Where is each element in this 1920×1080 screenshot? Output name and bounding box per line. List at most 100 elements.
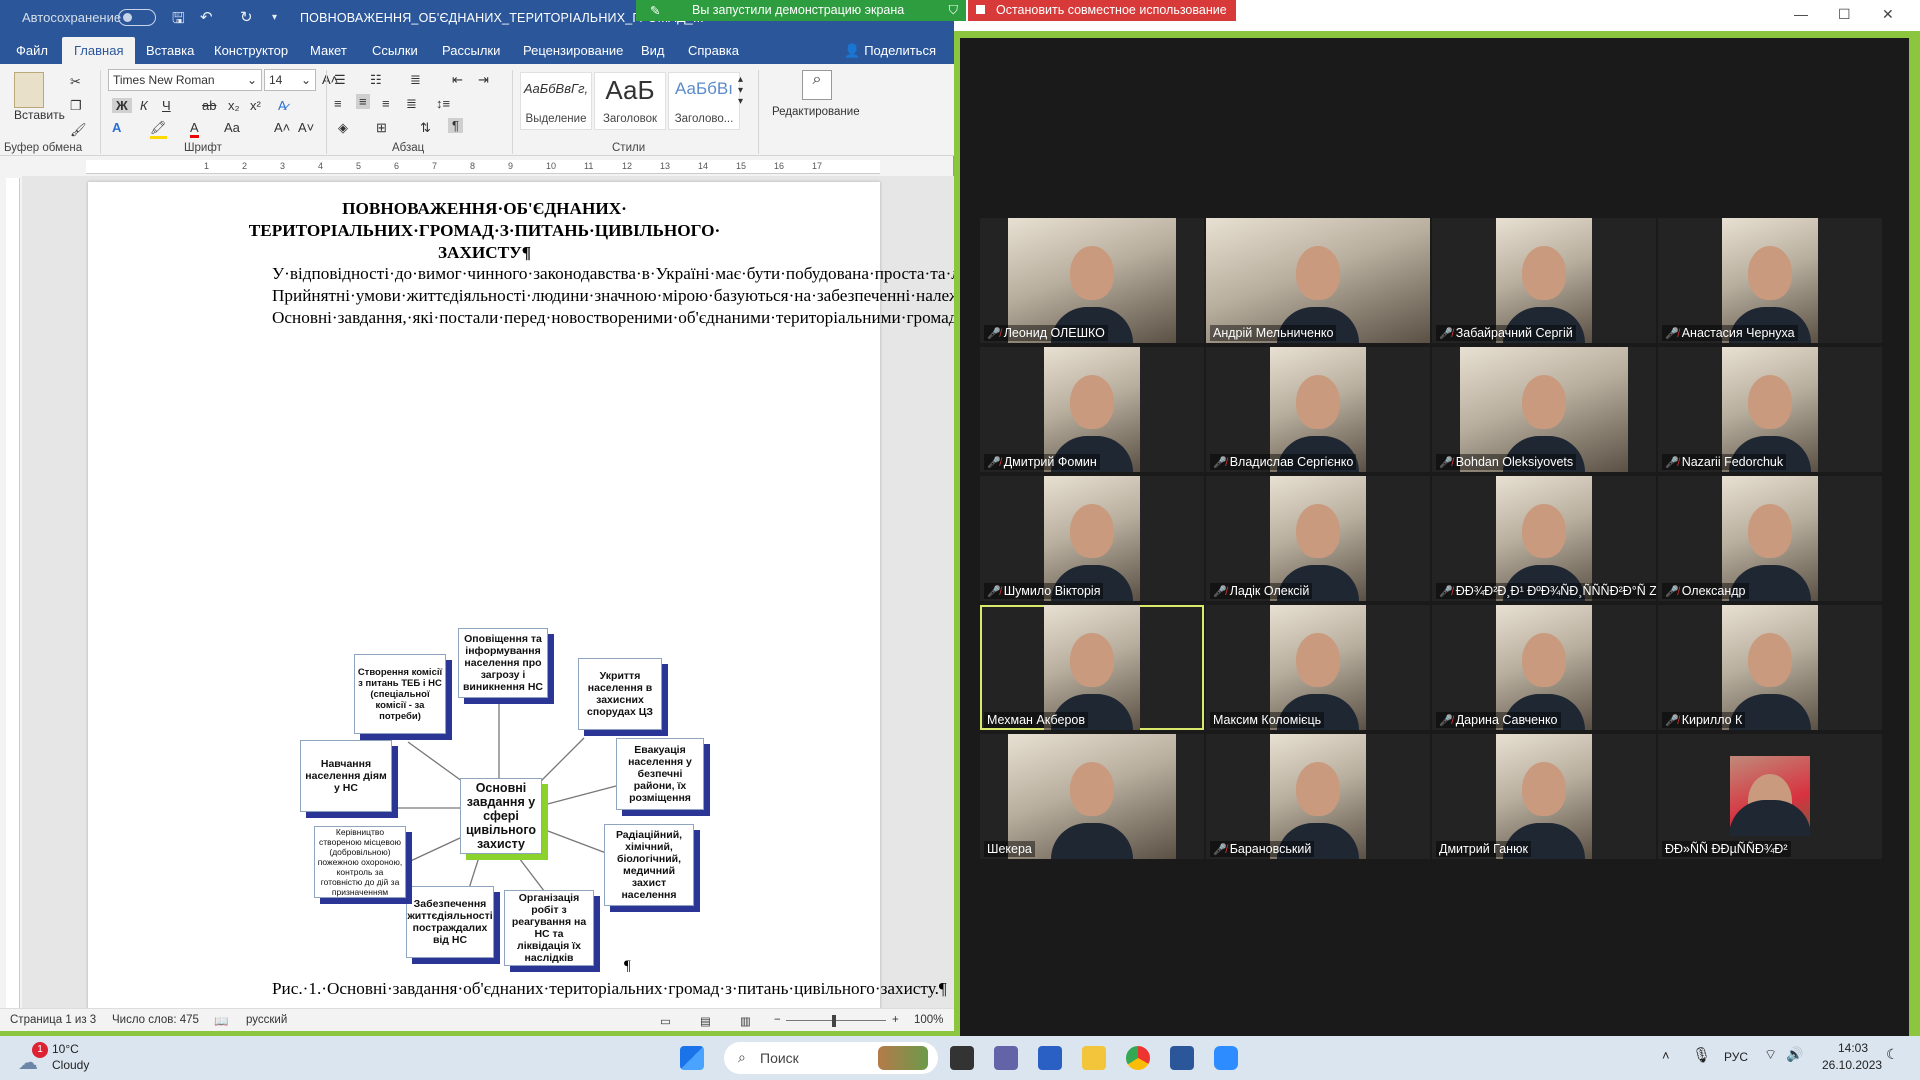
document-page[interactable]: ПОВНОВАЖЕННЯ·ОБ'ЄДНАНИХ· ТЕРИТОРІАЛЬНИХ·… xyxy=(88,182,954,1010)
underline-icon[interactable]: Ч xyxy=(162,98,171,113)
participant-tile[interactable]: 🎤̸ Анастасия Чернуха xyxy=(1658,218,1882,343)
numbering-icon[interactable]: ☷ xyxy=(370,72,382,88)
customize-qat-icon[interactable]: ▾ xyxy=(272,12,277,23)
text-effects-icon[interactable]: A xyxy=(112,120,121,135)
format-painter-icon[interactable]: 🖌 xyxy=(70,122,87,138)
weather-widget[interactable]: ☁ 1 xyxy=(16,1042,56,1074)
increase-indent-icon[interactable]: ⇥ xyxy=(478,72,489,88)
volume-icon[interactable]: 🔊 xyxy=(1786,1046,1803,1063)
close-icon[interactable]: ✕ xyxy=(1882,6,1894,23)
shading-icon[interactable]: ◈ xyxy=(338,120,348,136)
participant-tile[interactable]: 🎤̸ Nazarii Fedorchuk xyxy=(1658,347,1882,472)
font-color-icon[interactable]: A xyxy=(190,120,199,138)
maximize-icon[interactable]: ☐ xyxy=(1838,6,1851,23)
italic-icon[interactable]: К xyxy=(140,98,148,113)
participant-tile[interactable]: Максим Коломієць xyxy=(1206,605,1430,730)
document-area[interactable]: ПОВНОВАЖЕННЯ·ОБ'ЄДНАНИХ· ТЕРИТОРІАЛЬНИХ·… xyxy=(22,176,954,1010)
participant-tile[interactable]: Шекера xyxy=(980,734,1204,859)
clear-format-icon[interactable]: A̷ xyxy=(278,98,287,113)
tab-home[interactable]: Главная xyxy=(62,37,136,64)
tray-chevron-icon[interactable]: ˄ xyxy=(1662,1048,1670,1063)
chrome-icon[interactable] xyxy=(1126,1046,1150,1070)
participant-tile[interactable]: 🎤̸ Шумило Вікторія xyxy=(980,476,1204,601)
participant-tile[interactable]: 🎤̸ Барановський xyxy=(1206,734,1430,859)
participant-tile[interactable]: Дмитрий Ганюк xyxy=(1432,734,1656,859)
input-language[interactable]: РУС xyxy=(1724,1050,1748,1064)
minimize-icon[interactable]: — xyxy=(1794,6,1808,22)
bullets-icon[interactable]: ☰ xyxy=(334,72,346,88)
styles-scroll-icon[interactable]: ▴ ▾ ▾ xyxy=(738,74,743,107)
grow-font-size-icon[interactable]: A˄ xyxy=(274,120,290,135)
redo-icon[interactable]: ↻ xyxy=(240,8,253,26)
strikethrough-icon[interactable]: ab xyxy=(202,98,216,113)
word-count[interactable]: Число слов: 475 xyxy=(112,1014,199,1026)
shrink-font-icon[interactable]: A˅ xyxy=(298,120,314,135)
tab-review[interactable]: Рецензирование xyxy=(523,43,623,58)
change-case-icon[interactable]: Aa xyxy=(224,120,240,135)
participant-tile[interactable]: ÐÐ»ÑÑ ÐÐµÑÑÐ¾Ð² xyxy=(1658,734,1882,859)
participant-tile[interactable]: 🎤̸ Дмитрий Фомин xyxy=(980,347,1204,472)
copy-icon[interactable]: ❐ xyxy=(70,98,82,114)
tab-view[interactable]: Вид xyxy=(641,43,665,58)
autosave-toggle[interactable] xyxy=(118,9,156,26)
align-left-icon[interactable]: ≡ xyxy=(334,96,342,111)
zoom-slider[interactable] xyxy=(786,1020,886,1021)
bold-icon[interactable]: Ж xyxy=(112,98,132,113)
save-icon[interactable]: 🖫 xyxy=(172,8,185,33)
weather-temp[interactable]: 10°C xyxy=(52,1042,79,1056)
participant-tile[interactable]: 🎤̸ÐÐ¾Ð²Ð¸Ð¹ ÐºÐ¾ÑÐ¸ÑÑÑÐ²Ð°Ñ Zoom xyxy=(1432,476,1656,601)
font-size-box[interactable]: 14 ⌄ xyxy=(264,69,316,91)
participant-tile[interactable]: 🎤̸ Владислав Сергієнко xyxy=(1206,347,1430,472)
superscript-icon[interactable]: x² xyxy=(250,98,261,113)
windows-start-icon[interactable] xyxy=(680,1046,704,1070)
participant-tile[interactable]: Мехман Акберов xyxy=(980,605,1204,730)
clock-time[interactable]: 14:03 xyxy=(1838,1041,1868,1055)
proofing-icon[interactable]: 📖 xyxy=(214,1014,228,1028)
style-heading-2[interactable]: АаБбВı Заголово... xyxy=(668,72,740,130)
undo-icon[interactable]: ↶ xyxy=(200,8,213,26)
show-marks-icon[interactable]: ¶ xyxy=(448,118,463,133)
paste-label[interactable]: Вставить xyxy=(14,108,65,122)
vertical-ruler[interactable] xyxy=(6,178,20,1008)
tab-references[interactable]: Ссылки xyxy=(372,43,418,58)
notifications-icon[interactable]: ☾ xyxy=(1886,1046,1899,1063)
page-count[interactable]: Страница 1 из 3 xyxy=(10,1014,96,1026)
microphone-icon[interactable]: 🎙 xyxy=(1692,1046,1711,1064)
participant-tile[interactable]: 🎤̸ Забайрачний Сергій xyxy=(1432,218,1656,343)
weather-desc[interactable]: Cloudy xyxy=(52,1058,89,1072)
highlight-icon[interactable]: 🖍 xyxy=(150,120,167,139)
zoom-slider-thumb[interactable] xyxy=(832,1015,836,1027)
store-icon[interactable] xyxy=(1038,1046,1062,1070)
participant-tile[interactable]: 🎤̸ Олександр xyxy=(1658,476,1882,601)
language-status[interactable]: русский xyxy=(246,1014,287,1026)
tab-file[interactable]: Файл xyxy=(16,43,48,58)
decrease-indent-icon[interactable]: ⇤ xyxy=(452,72,463,88)
cut-icon[interactable]: ✂ xyxy=(70,74,81,90)
tab-help[interactable]: Справка xyxy=(688,43,739,58)
zoom-in-icon[interactable]: + xyxy=(892,1014,899,1026)
teams-icon[interactable] xyxy=(994,1046,1018,1070)
tab-insert[interactable]: Вставка xyxy=(146,43,194,58)
participant-tile[interactable]: 🎤̸ Ладік Олексій xyxy=(1206,476,1430,601)
stop-share-button[interactable]: Остановить совместное использование xyxy=(968,0,1236,21)
zoom-level[interactable]: 100% xyxy=(914,1014,943,1026)
subscript-icon[interactable]: x₂ xyxy=(228,98,240,113)
sort-icon[interactable]: ⇅ xyxy=(420,120,431,136)
tab-mailings[interactable]: Рассылки xyxy=(442,43,500,58)
clock-date[interactable]: 26.10.2023 xyxy=(1822,1058,1882,1072)
style-emphasis[interactable]: АаБбВвГг, Выделение xyxy=(520,72,592,130)
participant-tile[interactable]: 🎤̸ Леонид ОЛЕШКО xyxy=(980,218,1204,343)
editing-label[interactable]: Редактирование xyxy=(772,106,860,118)
zoom-out-icon[interactable]: − xyxy=(774,1014,781,1026)
print-layout-icon[interactable]: ▤ xyxy=(700,1014,711,1028)
tab-design[interactable]: Конструктор xyxy=(214,43,288,58)
participant-tile[interactable]: Андрій Мельниченко xyxy=(1206,218,1430,343)
borders-icon[interactable]: ⊞ xyxy=(376,120,387,136)
align-center-icon[interactable]: ≡ xyxy=(356,94,370,109)
paste-icon[interactable] xyxy=(14,72,44,108)
participant-tile[interactable]: 🎤̸ Bohdan Oleksiyovets xyxy=(1432,347,1656,472)
share-button[interactable]: 👤 Поделиться xyxy=(844,43,936,59)
horizontal-ruler[interactable]: 1 2 3 4 5 6 7 8 9 10 11 12 13 14 15 16 17 xyxy=(86,160,880,174)
word-icon[interactable] xyxy=(1170,1046,1194,1070)
participant-tile[interactable]: 🎤̸ Кирилло К xyxy=(1658,605,1882,730)
